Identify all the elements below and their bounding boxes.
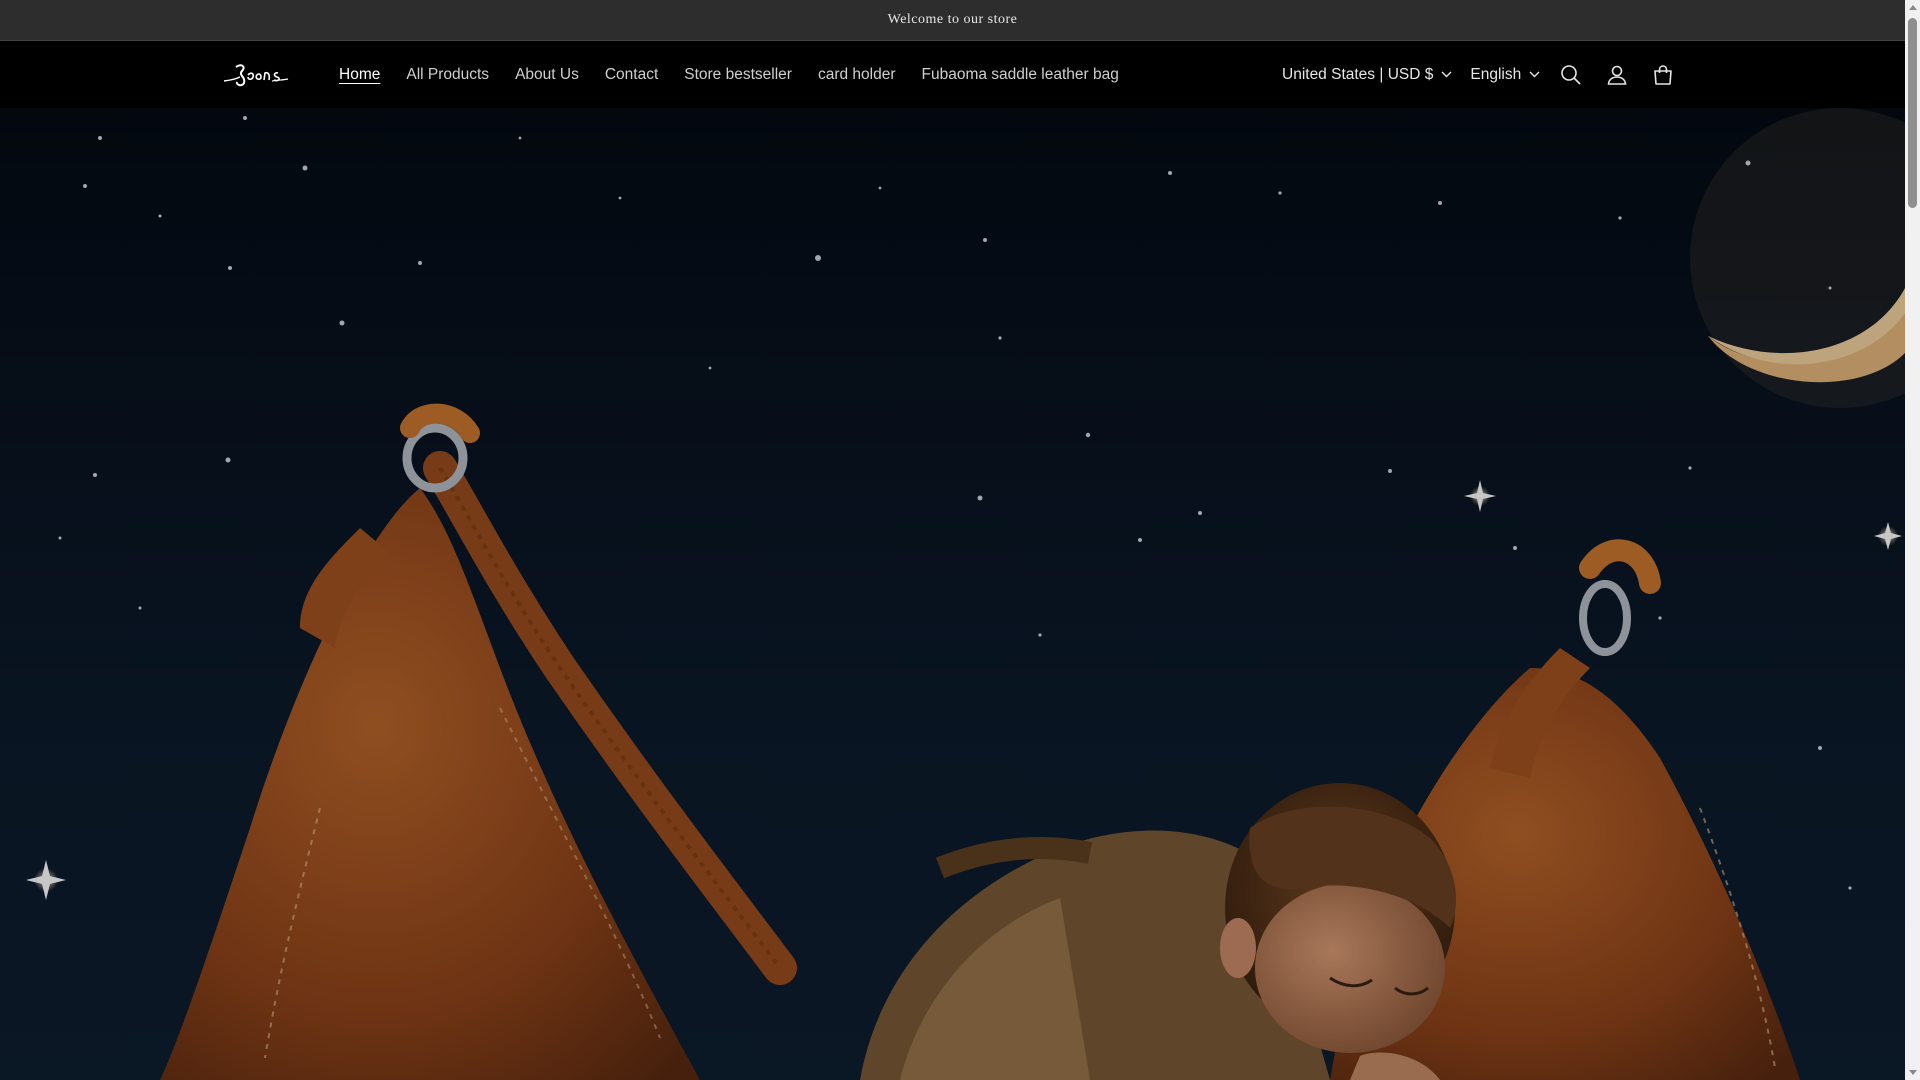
store-logo[interactable] — [222, 61, 290, 89]
scroll-down-arrow-icon[interactable] — [1909, 1070, 1917, 1075]
nav-store-bestseller[interactable]: Store bestseller — [684, 66, 792, 84]
nav-home[interactable]: Home — [339, 66, 380, 84]
nav-contact[interactable]: Contact — [605, 66, 658, 84]
scroll-up-arrow-icon[interactable] — [1909, 5, 1917, 10]
cart-button[interactable] — [1650, 62, 1676, 88]
chevron-down-icon — [1441, 71, 1452, 78]
localization-selectors: United States | USD $ English — [1282, 41, 1540, 108]
page-scrollbar[interactable] — [1905, 0, 1920, 1080]
page: Welcome to our store Home All Products A… — [0, 0, 1920, 1080]
hero-image — [0, 108, 1905, 1080]
nav-card-holder[interactable]: card holder — [818, 66, 896, 84]
nav-all-products[interactable]: All Products — [406, 66, 489, 84]
nav-about-us[interactable]: About Us — [515, 66, 579, 84]
nav-fubaoma-saddle-leather-bag[interactable]: Fubaoma saddle leather bag — [922, 66, 1119, 84]
announcement-bar: Welcome to our store — [0, 0, 1905, 41]
search-button[interactable] — [1558, 62, 1584, 88]
main-navigation: Home All Products About Us Contact Store… — [339, 41, 1119, 108]
header-icons — [1558, 41, 1676, 108]
country-selector[interactable]: United States | USD $ — [1282, 66, 1452, 84]
site-header: Home All Products About Us Contact Store… — [0, 41, 1905, 108]
language-selector-label: English — [1470, 65, 1522, 83]
logo-mark-icon — [223, 64, 289, 87]
announcement-text: Welcome to our store — [887, 12, 1018, 27]
language-selector[interactable]: English — [1470, 66, 1540, 84]
country-selector-label: United States | USD $ — [1282, 65, 1434, 83]
search-icon — [1561, 64, 1581, 85]
scroll-thumb[interactable] — [1908, 18, 1917, 208]
account-icon — [1607, 65, 1627, 85]
hero-banner[interactable] — [0, 108, 1905, 1080]
chevron-down-icon — [1529, 71, 1540, 78]
account-button[interactable] — [1604, 62, 1630, 88]
cart-icon — [1654, 64, 1672, 85]
